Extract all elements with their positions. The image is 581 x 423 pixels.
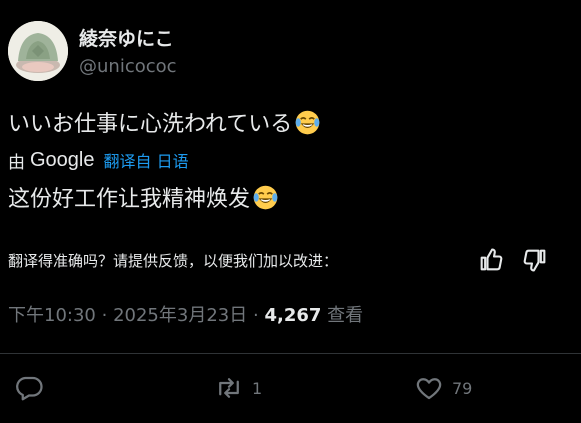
meta-separator: · <box>101 305 108 326</box>
face-with-tears-of-joy-icon <box>295 110 320 135</box>
views-label: 查看 <box>327 305 364 326</box>
original-text: いいお仕事に心洗われている <box>8 112 293 137</box>
retweet-button[interactable]: 1 <box>214 373 262 403</box>
views-count[interactable]: 4,267 <box>264 305 321 326</box>
meta-separator: · <box>252 305 259 326</box>
heart-icon <box>416 378 442 400</box>
reply-icon <box>16 376 43 401</box>
tweet-time[interactable]: 下午10:30 <box>8 305 96 326</box>
thumbs-down-icon[interactable] <box>521 246 549 274</box>
translated-text: 这份好工作让我精神焕发 <box>8 187 251 212</box>
like-count: 79 <box>452 378 473 398</box>
face-with-tears-of-joy-icon <box>253 185 278 210</box>
tweet-original-text: いいお仕事に心洗われている <box>8 106 321 138</box>
translation-attribution: 由 Google 翻译自 日语 <box>8 145 189 175</box>
tweet-meta: 下午10:30 · 2025年3月23日 · 4,267 查看 <box>8 301 363 327</box>
divider <box>0 353 581 354</box>
author-display-name[interactable]: 綾奈ゆにこ <box>79 24 174 51</box>
translated-from-link[interactable]: 翻译自 日语 <box>104 148 189 172</box>
like-button[interactable]: 79 <box>414 373 472 403</box>
google-logo: Google <box>30 148 95 171</box>
thumbs-up-icon[interactable] <box>477 246 505 274</box>
tweet-translated-text: 这份好工作让我精神焕发 <box>8 181 279 213</box>
reply-button[interactable] <box>14 373 52 403</box>
translated-by-prefix: 由 <box>8 152 25 173</box>
avatar[interactable] <box>8 21 68 81</box>
tweet-date[interactable]: 2025年3月23日 <box>113 305 247 326</box>
author-handle[interactable]: @unicococ <box>79 56 177 77</box>
turtle-avatar-icon <box>8 21 68 81</box>
translation-feedback-prompt: 翻译得准确吗？请提供反馈，以便我们加以改进： <box>8 252 339 270</box>
retweet-count: 1 <box>252 378 263 398</box>
retweet-icon <box>219 378 239 398</box>
